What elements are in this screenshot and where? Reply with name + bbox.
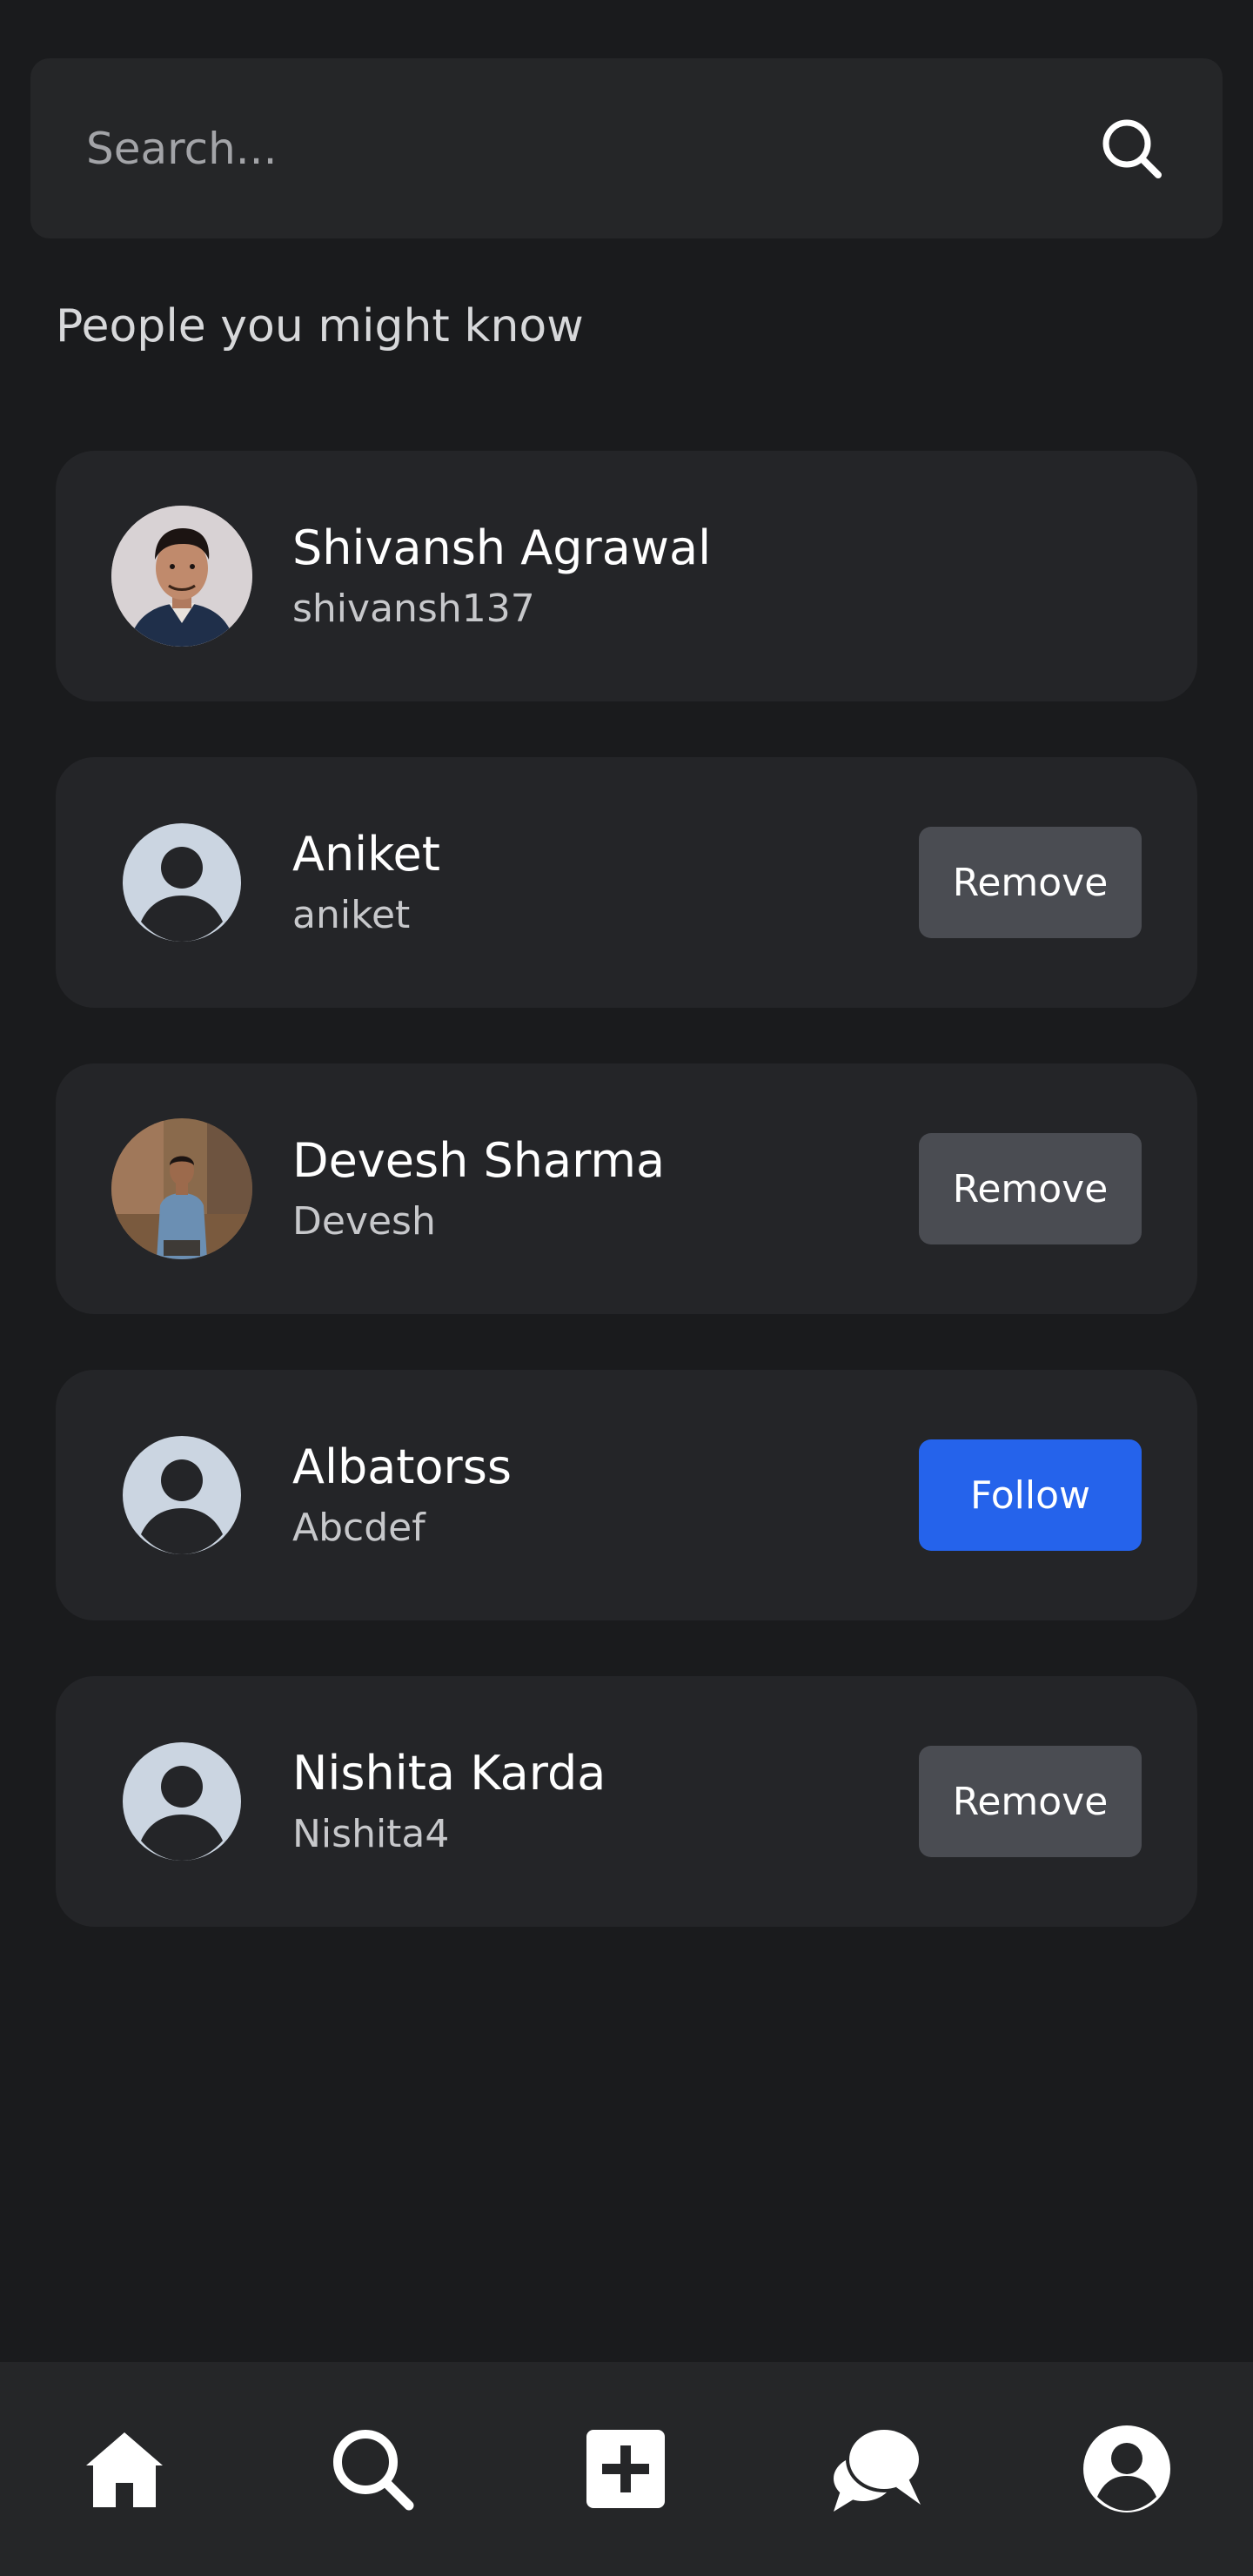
home-icon[interactable] [64,2362,185,2576]
avatar[interactable] [111,1118,252,1259]
remove-button[interactable]: Remove [919,827,1142,938]
bottom-nav [0,2362,1253,2576]
person-handle: Devesh [292,1199,436,1244]
person-card[interactable]: Shivansh Agrawal shivansh137 [56,451,1197,701]
person-name: Nishita Karda [292,1746,606,1801]
search-icon[interactable] [1097,114,1167,184]
person-name: Aniket [292,827,440,882]
person-name: Devesh Sharma [292,1133,666,1188]
remove-button[interactable]: Remove [919,1746,1142,1857]
follow-button[interactable]: Follow [919,1439,1142,1551]
default-avatar-icon[interactable] [111,1731,252,1872]
person-handle: Abcdef [292,1506,425,1550]
search-bar [30,58,1223,238]
profile-icon[interactable] [1066,2362,1188,2576]
section-title: People you might know [56,300,584,352]
person-name: Albatorss [292,1439,512,1494]
default-avatar-icon[interactable] [111,1425,252,1566]
messages-icon[interactable] [816,2362,938,2576]
avatar[interactable] [111,506,252,647]
people-search-screen: People you might know Shivansh Agrawal s… [0,0,1253,2576]
person-card[interactable]: Albatorss Abcdef Follow [56,1370,1197,1620]
person-handle: Nishita4 [292,1812,450,1856]
search-icon[interactable] [312,2362,433,2576]
person-card[interactable]: Aniket aniket Remove [56,757,1197,1008]
person-handle: aniket [292,893,411,937]
remove-button[interactable]: Remove [919,1133,1142,1244]
create-post-icon[interactable] [565,2362,687,2576]
person-name: Shivansh Agrawal [292,520,712,575]
person-card[interactable]: Nishita Karda Nishita4 Remove [56,1676,1197,1927]
person-handle: shivansh137 [292,587,535,631]
search-input[interactable] [86,123,1097,174]
default-avatar-icon[interactable] [111,812,252,953]
person-card[interactable]: Devesh Sharma Devesh Remove [56,1063,1197,1314]
